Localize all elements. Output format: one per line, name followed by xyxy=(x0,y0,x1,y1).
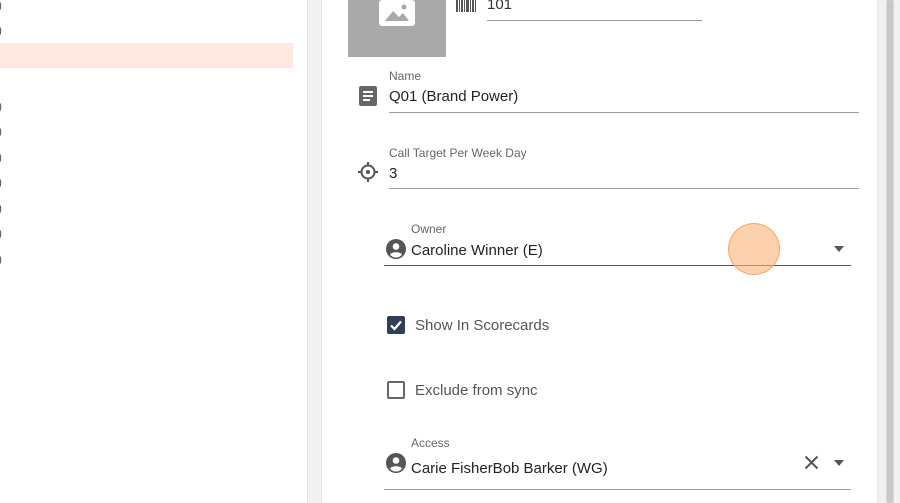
image-placeholder[interactable] xyxy=(348,0,446,57)
document-icon xyxy=(359,86,377,106)
show-in-scorecards-label: Show In Scorecards xyxy=(415,317,550,334)
owner-select[interactable]: Caroline Winner (E) xyxy=(411,242,543,259)
code-input[interactable]: 101 xyxy=(487,0,512,13)
checkbox-checked-icon xyxy=(390,320,402,331)
person-circle-icon xyxy=(386,453,406,473)
list-item[interactable]: ) xyxy=(0,18,300,43)
person-circle-icon xyxy=(386,239,406,259)
show-in-scorecards-checkbox[interactable] xyxy=(387,316,405,334)
call-target-label: Call Target Per Week Day xyxy=(389,146,527,160)
code-input-underline xyxy=(487,20,702,21)
barcode-icon xyxy=(456,0,476,12)
call-target-underline xyxy=(389,188,859,189)
access-label: Access xyxy=(411,436,450,450)
dropdown-arrow-icon[interactable] xyxy=(834,246,844,252)
access-select[interactable]: Carie FisherBob Barker (WG) xyxy=(411,460,608,477)
owner-label: Owner xyxy=(411,222,447,236)
list-item[interactable]: ) xyxy=(0,170,300,195)
list-item[interactable]: ) xyxy=(0,196,300,221)
image-placeholder-icon xyxy=(379,0,415,26)
list-item[interactable]: ) xyxy=(0,247,300,272)
list-item[interactable]: ) xyxy=(0,119,300,144)
name-input[interactable]: Q01 (Brand Power) xyxy=(389,88,518,105)
cursor-highlight xyxy=(728,223,780,275)
call-target-input[interactable]: 3 xyxy=(389,165,397,182)
clear-icon[interactable] xyxy=(804,455,819,470)
name-underline xyxy=(389,112,859,113)
list-item[interactable]: ) xyxy=(0,94,300,119)
owner-underline xyxy=(384,265,851,266)
scrollbar-thumb[interactable] xyxy=(887,0,893,503)
access-underline xyxy=(384,489,851,490)
name-label: Name xyxy=(389,69,422,83)
list-panel: ) ) ) ) ) ) ) ) ) xyxy=(0,0,308,503)
crosshair-icon xyxy=(358,162,378,182)
exclude-from-sync-label: Exclude from sync xyxy=(415,382,538,399)
exclude-from-sync-checkbox[interactable] xyxy=(387,381,405,399)
list-item[interactable]: ) xyxy=(0,0,300,18)
list-item[interactable]: ) xyxy=(0,145,300,170)
dropdown-arrow-icon[interactable] xyxy=(834,460,844,466)
list-item-selected[interactable] xyxy=(0,43,293,68)
list-item[interactable]: ) xyxy=(0,221,300,246)
